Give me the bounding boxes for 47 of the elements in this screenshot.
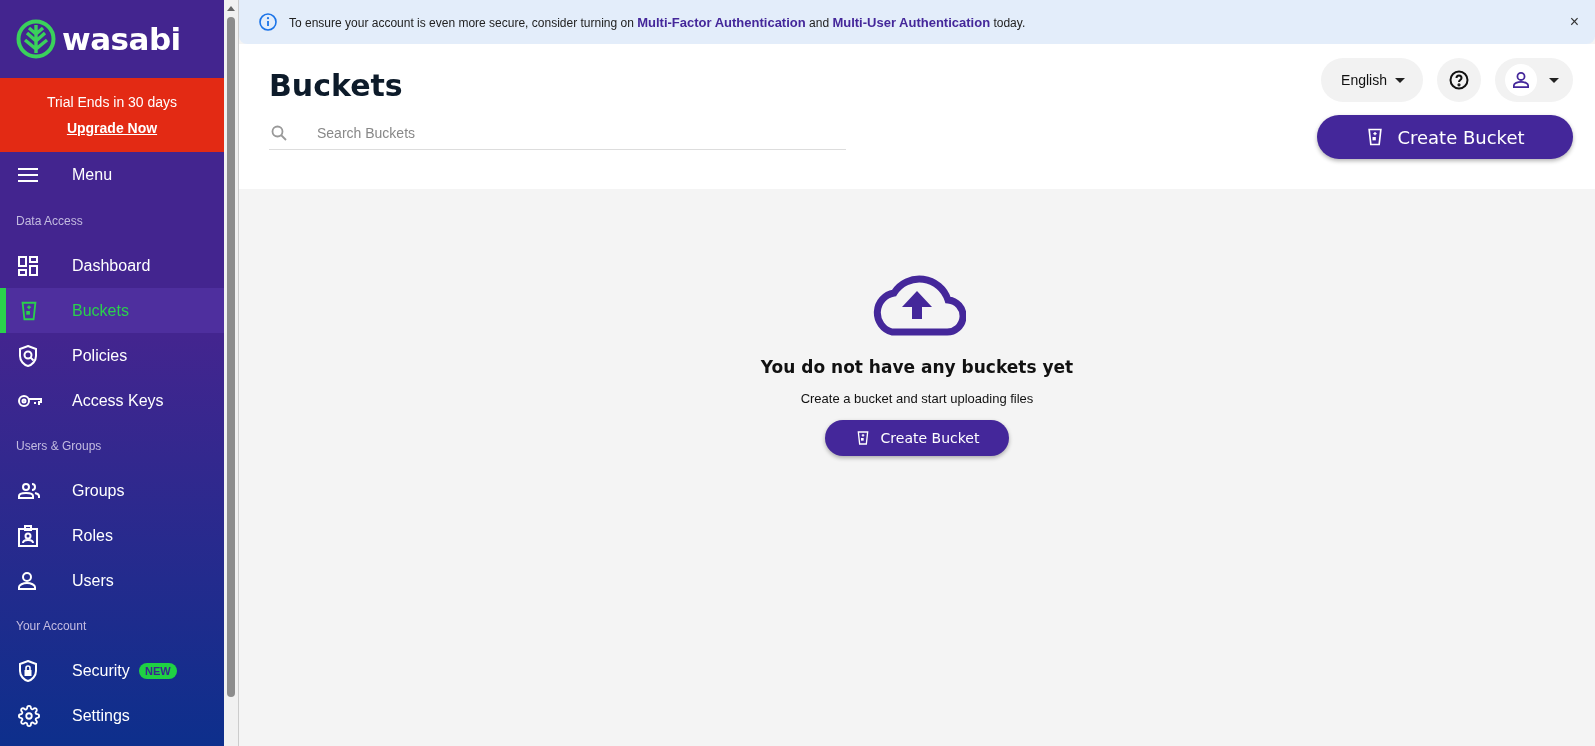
caret-icon (1549, 77, 1559, 83)
dashboard-icon (18, 255, 38, 276)
empty-state-title: You do not have any buckets yet (760, 357, 1074, 377)
groups-icon (18, 482, 40, 499)
sidebar-item[interactable]: Roles (0, 513, 224, 558)
search-field[interactable]: Search Buckets (269, 121, 846, 150)
sidebar-item[interactable]: Users (0, 558, 224, 603)
shield-search-icon (18, 344, 38, 367)
page-title: Buckets (269, 68, 404, 103)
close-button[interactable]: × (1569, 13, 1579, 31)
banner-message: To ensure your account is even more secure, consider turning on Multi-Factor Authentication and Multi-User Authentication today. (289, 14, 1027, 30)
account-menu-button[interactable] (1495, 58, 1573, 102)
menu-button[interactable]: Menu (0, 152, 224, 198)
search-icon (271, 125, 287, 141)
settings-icon (18, 704, 40, 727)
caret-icon (1395, 77, 1405, 83)
help-icon (1449, 70, 1469, 90)
section-label: Your Account (15, 617, 88, 635)
scrollbar[interactable] (224, 0, 239, 746)
sidebar-item[interactable]: Settings (0, 693, 224, 738)
badge-icon (18, 524, 38, 547)
sidebar-item[interactable]: Dashboard (0, 243, 224, 288)
sidebar-item[interactable]: Policies (0, 333, 224, 378)
user-icon (18, 571, 36, 590)
empty-state-subtitle: Create a bucket and start uploading files (800, 391, 1034, 406)
key-icon (18, 393, 42, 408)
scroll-up-icon[interactable] (227, 5, 235, 11)
create-bucket-button[interactable]: Create Bucket (1317, 115, 1573, 159)
create-bucket-button[interactable]: Create Bucket (825, 420, 1009, 456)
section-label: Data Access (15, 212, 84, 230)
language-dropdown[interactable]: English (1321, 58, 1423, 102)
menu-icon (18, 168, 38, 182)
logo-icon (16, 19, 56, 59)
help-button[interactable] (1437, 58, 1481, 102)
sidebar-item[interactable]: Access Keys (0, 378, 224, 423)
section-label: Users & Groups (15, 437, 103, 455)
sidebar-item[interactable]: Security NEW (0, 648, 224, 693)
shield-lock-icon (18, 659, 38, 682)
new-badge: NEW (139, 662, 177, 679)
scrollbar-thumb[interactable] (227, 17, 235, 697)
logo-text: wasabi (62, 21, 181, 57)
trial-message: Trial Ends in 30 days (46, 94, 178, 110)
info-icon (259, 13, 277, 31)
sidebar-item[interactable]: Buckets (0, 288, 224, 333)
sidebar-item[interactable]: Groups (0, 468, 224, 513)
avatar-icon (1505, 64, 1537, 96)
upgrade-link[interactable]: Upgrade Now (66, 120, 158, 136)
